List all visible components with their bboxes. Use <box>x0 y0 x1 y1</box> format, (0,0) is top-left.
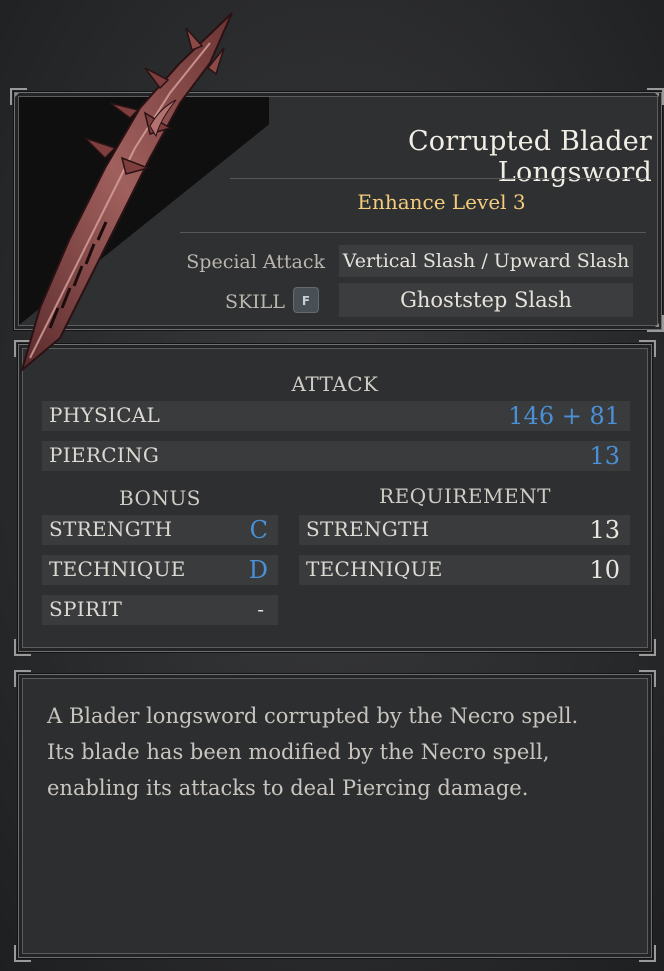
requirement-row-technique: TECHNIQUE 10 <box>299 555 630 585</box>
skill-value: Ghoststep Slash <box>339 283 633 317</box>
divider <box>230 178 646 179</box>
stat-value: 13 <box>589 442 620 470</box>
bonus-row-technique: TECHNIQUE D <box>42 555 278 585</box>
ornate-corner-icon <box>646 88 664 106</box>
ornate-corner-icon <box>638 944 656 962</box>
ornate-corner-icon <box>14 638 32 656</box>
stat-label: SPIRIT <box>49 597 123 621</box>
ornate-corner-icon <box>14 670 32 688</box>
stat-label: STRENGTH <box>49 517 173 541</box>
bonus-row-spirit: SPIRIT - <box>42 595 278 625</box>
bonus-title: BONUS <box>118 486 202 510</box>
stat-value: 13 <box>589 516 620 544</box>
stat-label: STRENGTH <box>306 517 430 541</box>
stat-label: TECHNIQUE <box>306 557 443 581</box>
stat-value: D <box>248 556 268 584</box>
skill-key-f-icon: F <box>293 287 319 313</box>
attack-title: ATTACK <box>291 372 379 396</box>
stat-value: - <box>257 597 264 621</box>
stat-label: PHYSICAL <box>49 403 161 427</box>
ornate-corner-icon <box>638 638 656 656</box>
stat-value: 10 <box>589 556 620 584</box>
corrupted-longsword-icon <box>20 12 233 373</box>
requirement-row-strength: STRENGTH 13 <box>299 515 630 545</box>
description-text: A Blader longsword corrupted by the Necr… <box>47 698 637 806</box>
stat-label: TECHNIQUE <box>49 557 186 581</box>
description-line: enabling its attacks to deal Piercing da… <box>47 776 529 800</box>
ornate-corner-icon <box>646 314 664 332</box>
stat-row-physical: PHYSICAL 146 + 81 <box>42 401 630 431</box>
stat-value: C <box>249 516 268 544</box>
description-line: A Blader longsword corrupted by the Necr… <box>47 704 579 728</box>
ornate-corner-icon <box>638 340 656 358</box>
stat-row-piercing: PIERCING 13 <box>42 441 630 471</box>
bonus-row-strength: STRENGTH C <box>42 515 278 545</box>
ornate-corner-icon <box>14 944 32 962</box>
ornate-corner-icon <box>638 670 656 688</box>
requirement-title: REQUIREMENT <box>379 484 551 508</box>
stat-label: PIERCING <box>49 443 160 467</box>
special-attack-value: Vertical Slash / Upward Slash <box>339 245 633 277</box>
description-line: Its blade has been modified by the Necro… <box>47 740 550 764</box>
stat-value: 146 + 81 <box>508 402 620 430</box>
enhance-level: Enhance Level 3 <box>357 190 526 214</box>
